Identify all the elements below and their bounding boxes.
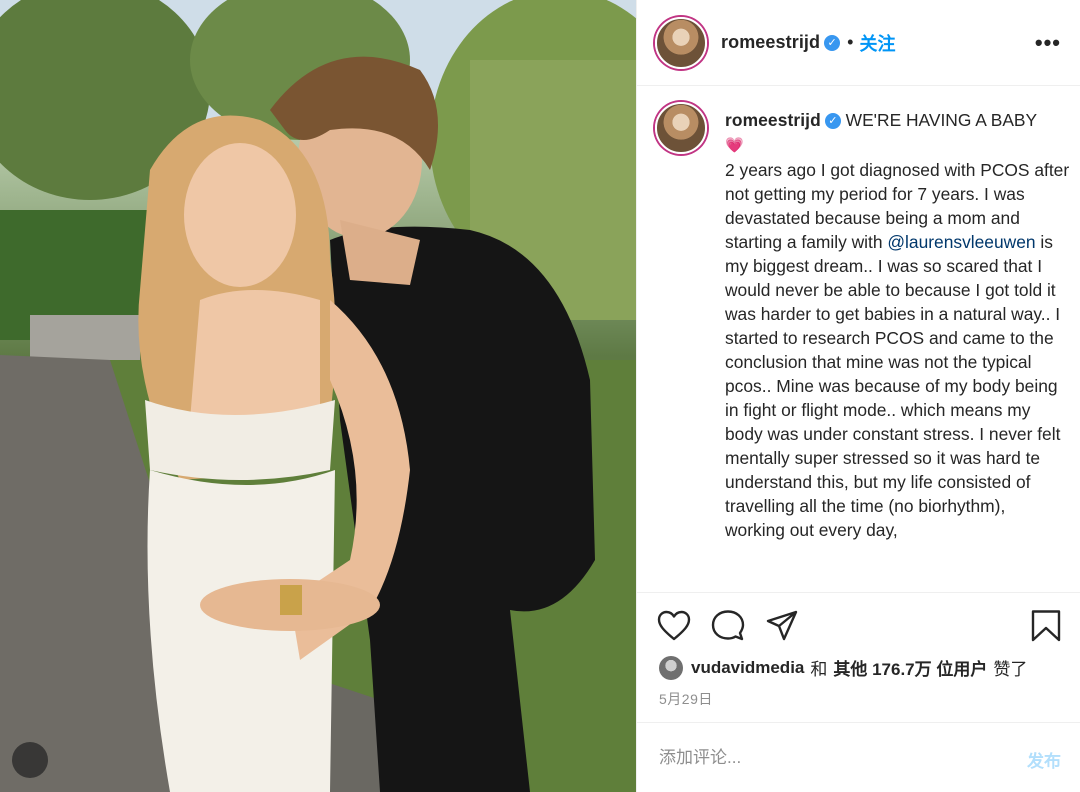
actions-bar: vudavidmedia 和 其他 176.7万 位用户 赞了 5月29日 [637, 592, 1080, 722]
caption-username[interactable]: romeestrijd [725, 110, 821, 130]
bookmark-icon[interactable] [1029, 609, 1063, 643]
more-options-icon[interactable]: ••• [1035, 30, 1061, 56]
share-icon[interactable] [765, 609, 799, 643]
likes-conjunction: 和 [810, 660, 828, 679]
comment-icon[interactable] [711, 609, 745, 643]
caption-author-avatar[interactable] [655, 102, 707, 154]
author-avatar[interactable] [655, 16, 707, 69]
author-line: romeestrijd ✓ • 关注 [721, 30, 895, 56]
likes-suffix: 赞了 [993, 660, 1028, 679]
verified-badge-icon: ✓ [824, 34, 841, 51]
separator-dot: • [847, 32, 854, 52]
caption-body-part2: is my biggest dream.. I was so scared th… [725, 232, 1061, 540]
post-date[interactable]: 5月29日 [659, 689, 713, 709]
comment-input[interactable] [659, 747, 999, 768]
post-header: romeestrijd ✓ • 关注 ••• [637, 0, 1080, 86]
post-sidebar: romeestrijd ✓ • 关注 ••• romeestrijd ✓ WE'R… [636, 0, 1080, 792]
mention-link[interactable]: @laurensvleeuwen [887, 232, 1035, 252]
comment-bar: 发布 [637, 722, 1080, 792]
caption-text: romeestrijd ✓ WE'RE HAVING A BABY 💗 2 yea… [725, 108, 1070, 542]
liker-username[interactable]: vudavidmedia [691, 658, 804, 678]
likes-summary: vudavidmedia 和 其他 176.7万 位用户 赞了 [659, 655, 1033, 680]
verified-badge-icon: ✓ [824, 113, 841, 130]
pink-heart-emoji: 💗 [725, 137, 744, 154]
heart-icon[interactable] [657, 609, 691, 643]
post-photo[interactable] [0, 0, 636, 792]
post-comment-button[interactable]: 发布 [1027, 747, 1061, 772]
follow-button[interactable]: 关注 [859, 30, 895, 56]
likes-others-link[interactable]: 其他 176.7万 位用户 [833, 655, 987, 680]
author-username[interactable]: romeestrijd [721, 32, 820, 53]
caption-headline: WE'RE HAVING A BABY [845, 110, 1038, 130]
photo-illustration [0, 0, 636, 792]
caption-area: romeestrijd ✓ WE'RE HAVING A BABY 💗 2 yea… [637, 100, 1080, 590]
liker-avatar[interactable] [659, 655, 683, 680]
